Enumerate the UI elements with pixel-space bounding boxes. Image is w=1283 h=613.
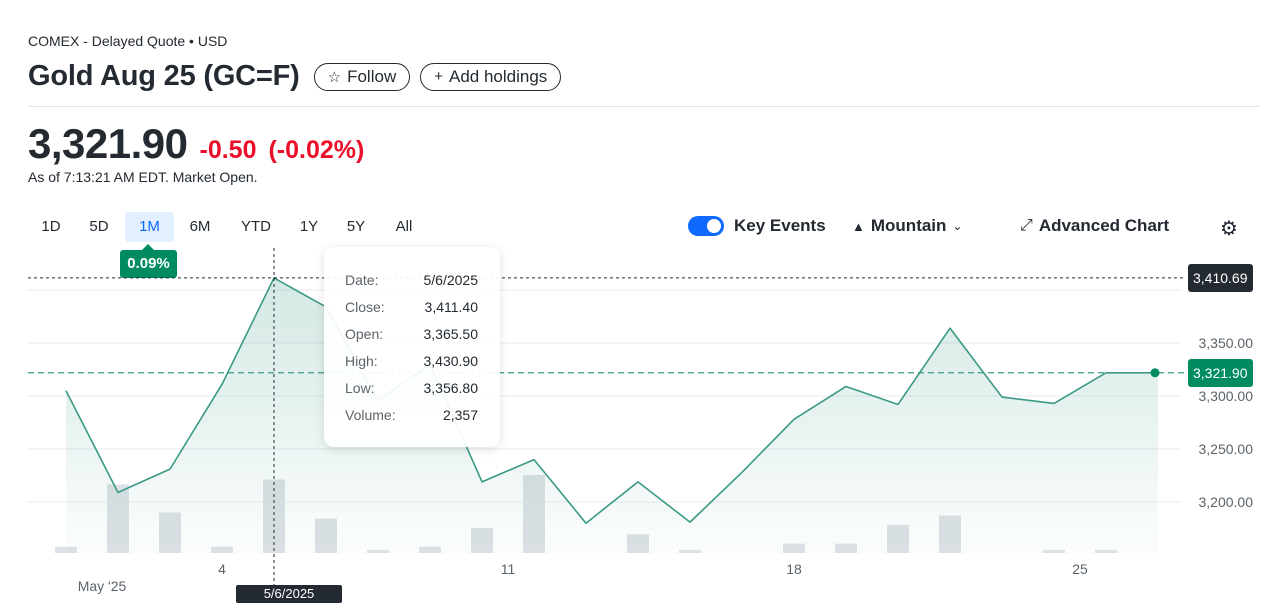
x-tick-label: 4 <box>218 561 226 577</box>
follow-label: Follow <box>347 66 397 86</box>
y-tick-label: 3,300.00 <box>1199 388 1254 404</box>
key-events-label: Key Events <box>734 216 826 235</box>
range-all[interactable]: All <box>382 212 426 242</box>
tooltip-row: Volume: 2,357 <box>345 407 478 423</box>
star-icon: ☆ <box>327 68 342 86</box>
current-price-tag: 3,321.90 <box>1188 359 1253 387</box>
crosshair-price-tag: 3,410.69 <box>1188 264 1253 292</box>
advanced-chart-label: Advanced Chart <box>1038 216 1170 235</box>
price-change: -0.50 <box>199 136 257 164</box>
range-5d[interactable]: 5D <box>76 212 122 242</box>
range-1m[interactable]: 1M <box>125 212 174 242</box>
advanced-chart-button[interactable]: ⤢ Advanced Chart <box>1020 216 1169 236</box>
price-row: 3,321.90 -0.50 (-0.02%) <box>28 120 364 168</box>
title-row: Gold Aug 25 (GC=F) ☆ Follow + Add holdin… <box>28 60 562 93</box>
expand-icon: ⤢ <box>1020 217 1033 234</box>
price-area <box>66 277 1158 553</box>
follow-button[interactable]: ☆ Follow <box>313 62 411 91</box>
range-6m[interactable]: 6M <box>177 212 223 242</box>
range-1d[interactable]: 1D <box>28 212 74 242</box>
gear-icon[interactable]: ⚙ <box>1220 216 1238 241</box>
range-1y[interactable]: 1Y <box>286 212 332 242</box>
tooltip-row: High: 3,430.90 <box>345 353 478 369</box>
current-price: 3,321.90 <box>28 120 188 167</box>
price-change-percent: (-0.02%) <box>268 136 365 164</box>
range-5y[interactable]: 5Y <box>333 212 379 242</box>
plus-icon: + <box>434 68 443 85</box>
quote-timestamp: As of 7:13:21 AM EDT. Market Open. <box>28 169 258 185</box>
data-tooltip: Date: 5/6/2025 Close: 3,411.40 Open: 3,365.… <box>324 247 500 447</box>
toggle-switch[interactable] <box>688 216 724 236</box>
crosshair-date-tag: 5/6/2025 <box>236 585 342 603</box>
y-tick-label: 3,250.00 <box>1199 441 1254 457</box>
mountain-icon: ▲ <box>852 218 865 234</box>
x-tick-label: 25 <box>1072 561 1088 577</box>
page-title: Gold Aug 25 (GC=F) <box>28 60 300 92</box>
x-tick-label: 11 <box>501 561 516 577</box>
x-tick-label: 18 <box>786 561 802 577</box>
exchange-info: COMEX - Delayed Quote • USD <box>28 33 228 49</box>
tooltip-row: Low: 3,356.80 <box>345 380 478 396</box>
chart-type-label: Mountain <box>870 216 947 235</box>
y-tick-label: 3,200.00 <box>1199 494 1254 510</box>
header-divider <box>28 106 1260 107</box>
price-chart[interactable]: 3,200.00 3,250.00 3,300.00 3,350.00 May '25 4… <box>0 240 1283 613</box>
key-events-toggle[interactable]: Key Events <box>688 216 826 236</box>
x-tick-label: May '25 <box>78 578 127 594</box>
range-ytd[interactable]: YTD <box>231 212 281 242</box>
tooltip-row: Open: 3,365.50 <box>345 326 478 342</box>
tooltip-row: Date: 5/6/2025 <box>345 272 478 288</box>
chevron-down-icon: ⌄ <box>952 219 963 233</box>
add-holdings-label: Add holdings <box>448 66 548 86</box>
y-tick-label: 3,350.00 <box>1199 335 1254 351</box>
current-price-dot <box>1150 368 1160 378</box>
tooltip-row: Close: 3,411.40 <box>345 299 478 315</box>
add-holdings-button[interactable]: + Add holdings <box>420 62 562 91</box>
chart-type-dropdown[interactable]: ▲ Mountain ⌄ <box>852 216 962 236</box>
